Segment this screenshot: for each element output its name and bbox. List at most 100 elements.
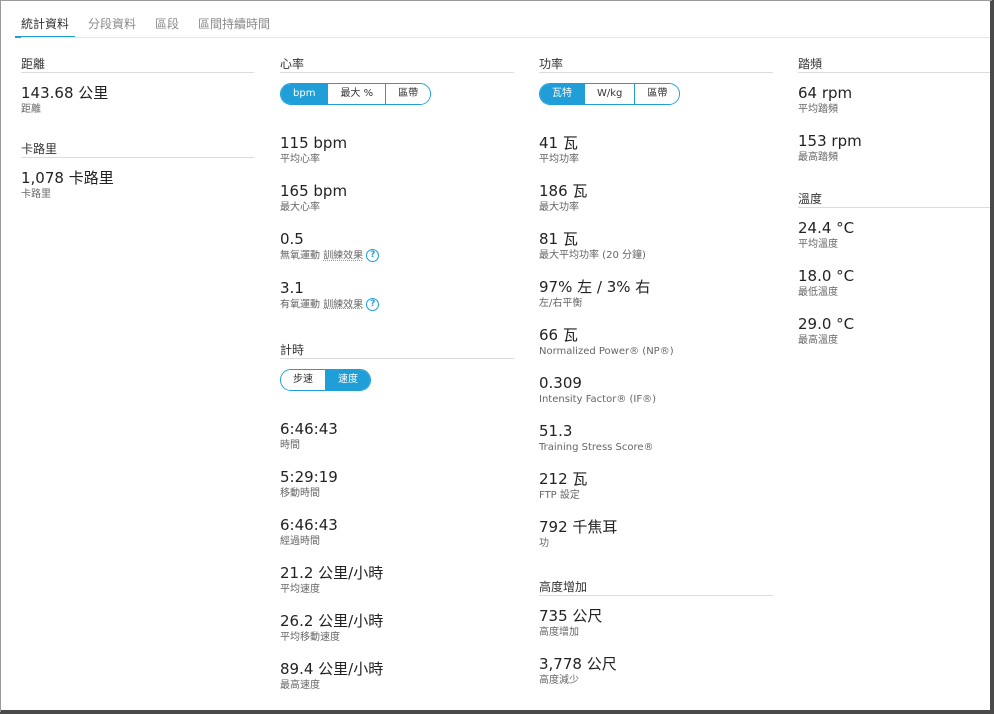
stat-avg-cadence: 64 rpm 平均踏頻 [798, 83, 990, 117]
tab-laps[interactable]: 分段資料 [88, 9, 136, 38]
column-distance-calories: 距離 143.68 公里 距離 卡路里 1,078 卡路里 卡路里 [21, 56, 254, 202]
stat-moving-time: 5:29:19 移動時間 [280, 467, 514, 501]
toggle-w-per-kg[interactable]: W/kg [584, 84, 635, 104]
calories-section-title: 卡路里 [21, 141, 254, 158]
stat-label: 距離 [21, 104, 41, 115]
stat-value: 81 瓦 [539, 230, 578, 248]
toggle-bpm[interactable]: bpm [281, 84, 328, 104]
help-icon[interactable]: ? [366, 297, 380, 311]
column-cadence-temperature: 踏頻 64 rpm 平均踏頻 153 rpm 最高踏頻 溫度 24.4 °C 平… [798, 56, 990, 348]
stat-value: 64 rpm [798, 84, 853, 102]
stat-lr-balance: 97% 左 / 3% 右 左/右平衡 [539, 277, 773, 311]
stat-label: 最大功率 [539, 202, 579, 213]
stat-value: 89.4 公里/小時 [280, 660, 384, 678]
stat-aerobic-te: 3.1 有氧運動 訓練效果? [280, 278, 514, 313]
stat-label: 卡路里 [21, 189, 51, 200]
stat-max-cadence: 153 rpm 最高踏頻 [798, 131, 990, 165]
label-prefix: 有氧運動 [280, 299, 324, 310]
stat-intensity-factor: 0.309 Intensity Factor® (IF®) [539, 373, 773, 407]
stat-value: 3.1 [280, 278, 304, 297]
stat-label: 最高速度 [280, 680, 320, 691]
stat-label: 經過時間 [280, 536, 320, 547]
label-prefix: 無氧運動 [280, 250, 324, 262]
help-icon[interactable]: ? [366, 249, 380, 262]
toggle-speed[interactable]: 速度 [325, 370, 370, 390]
toggle-max-percent[interactable]: 最大 % [327, 84, 386, 104]
stat-time: 6:46:43 時間 [280, 419, 514, 453]
timing-section-title: 計時 [280, 342, 514, 359]
timing-unit-toggle: 步速 速度 [280, 367, 514, 391]
stat-label: 最高溫度 [798, 335, 838, 346]
stat-value: 735 公尺 [539, 607, 603, 625]
stat-label: Normalized Power® (NP®) [539, 346, 674, 357]
stat-label: 最大心率 [280, 202, 320, 213]
stat-label: 無氧運動 訓練效果? [280, 249, 514, 264]
stat-max-power: 186 瓦 最大功率 [539, 181, 773, 215]
stat-label: 時間 [280, 440, 300, 451]
stat-label: 平均踏頻 [798, 104, 838, 115]
power-unit-toggle: 瓦特 W/kg 區帶 [539, 81, 773, 105]
toggle-zones[interactable]: 區帶 [634, 84, 680, 104]
stat-anaerobic-te: 0.5 無氧運動 訓練效果? [280, 229, 514, 264]
timing-stats: 6:46:43 時間 5:29:19 移動時間 6:46:43 經過時間 21.… [280, 419, 514, 693]
stat-avg-temperature: 24.4 °C 平均溫度 [798, 218, 990, 252]
heart-rate-stats: 115 bpm 平均心率 165 bpm 最大心率 0.5 無氧運動 訓練效果?… [280, 133, 514, 312]
stat-value: 51.3 [539, 422, 573, 440]
power-section-title: 功率 [539, 56, 773, 73]
elevation-section-title: 高度增加 [539, 579, 773, 596]
stat-distance: 143.68 公里 距離 [21, 83, 254, 117]
stat-label: 平均功率 [539, 154, 579, 165]
stat-ftp-setting: 212 瓦 FTP 設定 [539, 469, 773, 503]
cadence-section-title: 踏頻 [798, 56, 990, 73]
tab-segments[interactable]: 區段 [155, 9, 179, 38]
segmented-control: 步速 速度 [280, 369, 371, 391]
stat-label: 移動時間 [280, 488, 320, 499]
stat-value: 97% 左 / 3% 右 [539, 278, 651, 296]
stat-label: 平均速度 [280, 584, 320, 595]
training-effect-link[interactable]: 訓練效果 [323, 251, 363, 262]
stat-label: 最低溫度 [798, 287, 838, 298]
stat-value: 24.4 °C [798, 219, 855, 237]
stat-value: 66 瓦 [539, 326, 578, 344]
stat-max-hr: 165 bpm 最大心率 [280, 181, 514, 215]
stat-avg-moving-speed: 26.2 公里/小時 平均移動速度 [280, 611, 514, 645]
toggle-zones[interactable]: 區帶 [385, 84, 431, 104]
stat-value: 186 瓦 [539, 182, 588, 200]
stat-label: 高度增加 [539, 627, 579, 638]
stat-value: 165 bpm [280, 182, 348, 200]
stat-value: 21.2 公里/小時 [280, 564, 384, 582]
stat-label: Intensity Factor® (IF®) [539, 394, 656, 405]
stat-value: 41 瓦 [539, 134, 578, 152]
stat-work: 792 千焦耳 功 [539, 517, 773, 551]
toggle-watts[interactable]: 瓦特 [540, 84, 584, 104]
temperature-section-title: 溫度 [798, 191, 990, 208]
stat-elapsed-time: 6:46:43 經過時間 [280, 515, 514, 549]
stat-label: 平均心率 [280, 154, 320, 165]
stat-value: 0.309 [539, 374, 582, 392]
heart-rate-section-title: 心率 [280, 56, 514, 73]
tab-statistics[interactable]: 統計資料 [15, 9, 76, 38]
stat-label: 功 [539, 538, 549, 549]
stat-value: 792 千焦耳 [539, 518, 618, 536]
training-effect-link[interactable]: 訓練效果 [323, 299, 363, 310]
stat-label: 有氧運動 訓練效果? [280, 297, 514, 313]
distance-section-title: 距離 [21, 56, 254, 73]
stat-value: 115 bpm [280, 134, 348, 152]
tab-divider [21, 37, 990, 38]
stat-normalized-power: 66 瓦 Normalized Power® (NP®) [539, 325, 773, 359]
stat-label: 左/右平衡 [539, 298, 583, 309]
segmented-control: bpm 最大 % 區帶 [280, 83, 432, 105]
stat-value: 143.68 公里 [21, 84, 109, 102]
frame-left-border [0, 0, 1, 712]
stat-elevation-gain: 735 公尺 高度增加 [539, 606, 773, 640]
stat-value: 212 瓦 [539, 470, 588, 488]
stat-avg-hr: 115 bpm 平均心率 [280, 133, 514, 167]
stat-value: 153 rpm [798, 132, 862, 150]
tab-interval-duration[interactable]: 區間持續時間 [198, 9, 270, 38]
stat-value: 6:46:43 [280, 516, 338, 534]
stat-label: FTP 設定 [539, 490, 580, 501]
toggle-pace[interactable]: 步速 [281, 370, 325, 390]
stat-label: 最高踏頻 [798, 152, 838, 163]
stat-avg-speed: 21.2 公里/小時 平均速度 [280, 563, 514, 597]
segmented-control: 瓦特 W/kg 區帶 [539, 83, 681, 105]
